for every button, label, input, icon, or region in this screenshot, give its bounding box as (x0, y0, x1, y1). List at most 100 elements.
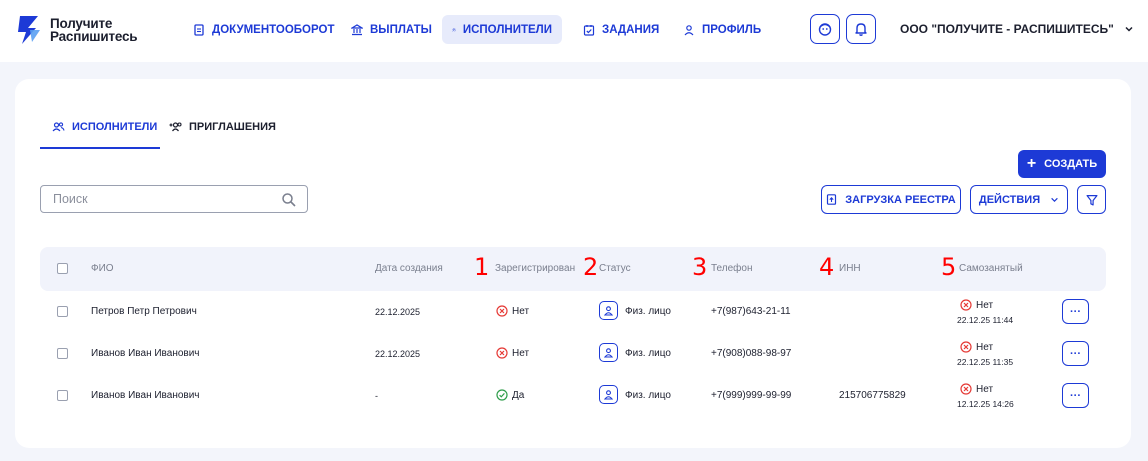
actions-label: ДЕЙСТВИЯ (978, 193, 1041, 206)
table-row: Иванов Иван Иванович 22.12.2025 Нет Физ.… (40, 333, 1106, 375)
nav-item-documents[interactable]: ДОКУМЕНТООБОРОТ (183, 15, 344, 44)
nav-item-tasks[interactable]: ЗАДАНИЯ (573, 15, 669, 44)
more-dots-icon: ··· (1070, 305, 1081, 318)
cell-selfemployed-status: Нет (976, 342, 994, 353)
cross-circle-icon (496, 347, 508, 359)
tab-invitations[interactable]: ПРИГЛАШЕНИЯ (169, 121, 276, 149)
search-icon (282, 193, 296, 207)
cell-selfemployed-status: Нет (976, 300, 994, 311)
bell-icon (855, 23, 867, 36)
tab-performers[interactable]: ИСПОЛНИТЕЛИ (52, 121, 157, 149)
notifications-button[interactable] (846, 14, 876, 44)
create-button-label: СОЗДАТЬ (1044, 158, 1098, 170)
more-dots-icon: ··· (1070, 389, 1081, 402)
nav-item-documents-label: ДОКУМЕНТООБОРОТ (212, 23, 335, 36)
table-row: Иванов Иван Иванович - Да Физ. лицо +7(9… (40, 375, 1106, 417)
user-icon (684, 24, 694, 35)
chevron-down-icon (1051, 197, 1058, 203)
cross-circle-icon (960, 299, 972, 311)
row-actions-button[interactable]: ··· (1062, 383, 1089, 408)
support-button[interactable] (810, 14, 840, 44)
cell-selfemployed-date: 22.12.25 11:44 (957, 315, 1014, 325)
row-checkbox[interactable] (57, 306, 68, 317)
users-icon (452, 28, 456, 31)
organization-selector[interactable]: ООО "ПОЛУЧИТЕ - РАСПИШИТЕСЬ" (900, 22, 1134, 36)
cell-fio[interactable]: Иванов Иван Иванович (91, 348, 200, 359)
filter-button[interactable] (1077, 185, 1106, 214)
marker-1: 1 (474, 253, 490, 281)
top-navigation-bar: Получите Распишитесь ДОКУМЕНТООБОРОТ ВЫП… (0, 0, 1148, 62)
marker-3: 3 (692, 253, 708, 281)
tab-invitations-label: ПРИГЛАШЕНИЯ (189, 121, 276, 133)
cross-circle-icon (960, 341, 972, 353)
cell-phone: +7(999)999-99-99 (711, 390, 792, 401)
plus-icon: + (1026, 155, 1037, 172)
marker-4: 4 (819, 253, 835, 281)
bank-icon (351, 23, 363, 35)
add-users-icon (169, 122, 182, 132)
upload-registry-label: ЗАГРУЗКА РЕЕСТРА (845, 193, 956, 206)
support-icon (818, 23, 832, 36)
cross-circle-icon (496, 305, 508, 317)
search-input[interactable]: Поиск (40, 185, 308, 213)
cell-status: Физ. лицо (625, 306, 671, 317)
create-button[interactable]: + СОЗДАТЬ (1018, 150, 1106, 178)
cell-status: Физ. лицо (625, 348, 671, 359)
check-circle-icon (496, 389, 508, 401)
row-actions-button[interactable]: ··· (1062, 341, 1089, 366)
cell-created: - (375, 391, 378, 401)
column-header-created[interactable]: Дата создания (375, 263, 443, 274)
column-header-inn[interactable]: ИНН (839, 263, 861, 274)
cell-selfemployed-date: 22.12.25 11:35 (957, 357, 1014, 367)
tab-performers-label: ИСПОЛНИТЕЛИ (72, 121, 158, 133)
nav-item-profile-label: ПРОФИЛЬ (702, 23, 762, 36)
cell-fio[interactable]: Петров Петр Петрович (91, 306, 197, 317)
document-upload-icon (827, 194, 837, 205)
marker-2: 2 (583, 253, 599, 281)
nav-item-payments[interactable]: ВЫПЛАТЫ (341, 15, 442, 44)
nav-item-performers-label: ИСПОЛНИТЕЛИ (462, 23, 552, 36)
row-checkbox[interactable] (57, 348, 68, 359)
table-header: ФИО Дата создания 1 Зарегистрирован 2 Ст… (40, 247, 1106, 291)
logo-mark-icon (16, 14, 42, 46)
marker-5: 5 (941, 253, 957, 281)
select-all-checkbox[interactable] (57, 263, 68, 274)
logo[interactable]: Получите Распишитесь (16, 14, 138, 46)
users-icon (52, 122, 65, 132)
brand-line-2: Распишитесь (50, 29, 138, 44)
column-header-status[interactable]: Статус (599, 263, 631, 274)
row-checkbox[interactable] (57, 390, 68, 401)
column-header-fio[interactable]: ФИО (91, 263, 114, 274)
column-header-phone[interactable]: Телефон (711, 263, 752, 274)
search-placeholder: Поиск (53, 192, 88, 206)
cell-status: Физ. лицо (625, 390, 671, 401)
cell-created: 22.12.2025 (375, 307, 421, 317)
actions-dropdown[interactable]: ДЕЙСТВИЯ (970, 185, 1068, 214)
more-dots-icon: ··· (1070, 347, 1081, 360)
cell-created: 22.12.2025 (375, 349, 421, 359)
nav-item-performers[interactable]: ИСПОЛНИТЕЛИ (442, 15, 562, 44)
cell-selfemployed-status: Нет (976, 384, 994, 395)
cell-phone: +7(987)643-21-11 (711, 306, 791, 317)
organization-name: ООО "ПОЛУЧИТЕ - РАСПИШИТЕСЬ" (900, 22, 1114, 36)
table-row: Петров Петр Петрович 22.12.2025 Нет Физ.… (40, 291, 1106, 333)
column-header-selfemployed[interactable]: Самозанятый (959, 263, 1023, 274)
individual-person-icon (599, 343, 618, 362)
cell-selfemployed-date: 12.12.25 14:26 (957, 399, 1014, 409)
cell-registered: Нет (512, 348, 530, 359)
filter-icon (1085, 194, 1098, 206)
chevron-down-icon (1125, 26, 1133, 32)
individual-person-icon (599, 385, 618, 404)
nav-item-tasks-label: ЗАДАНИЯ (602, 23, 660, 36)
main-card: ИСПОЛНИТЕЛИ ПРИГЛАШЕНИЯ + СОЗДАТЬ Поиск … (15, 79, 1131, 448)
cell-registered: Да (512, 390, 525, 401)
nav-item-profile[interactable]: ПРОФИЛЬ (673, 15, 771, 44)
column-header-registered[interactable]: Зарегистрирован (495, 263, 575, 274)
upload-registry-button[interactable]: ЗАГРУЗКА РЕЕСТРА (821, 185, 961, 214)
cell-fio[interactable]: Иванов Иван Иванович (91, 390, 200, 401)
document-icon (194, 23, 204, 36)
active-tab-indicator (40, 147, 160, 149)
row-actions-button[interactable]: ··· (1062, 299, 1089, 324)
cell-phone: +7(908)088-98-97 (711, 348, 792, 359)
nav-item-payments-label: ВЫПЛАТЫ (370, 23, 432, 36)
